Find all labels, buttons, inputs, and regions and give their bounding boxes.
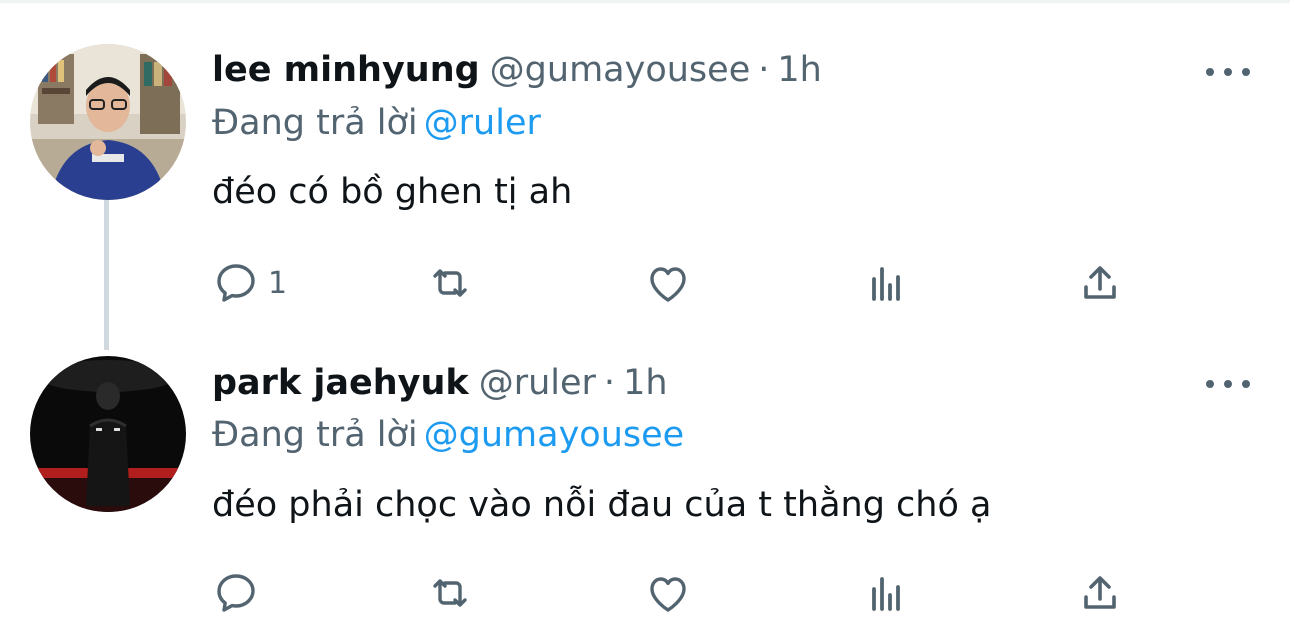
views-button[interactable]: [862, 568, 910, 618]
tweet-actions: [212, 568, 1142, 618]
analytics-bars-icon: [872, 577, 900, 611]
views-button[interactable]: [862, 258, 910, 308]
display-name[interactable]: park jaehyuk: [212, 363, 469, 403]
heart-icon: [650, 577, 686, 612]
tweet-actions: 1: [212, 258, 1142, 308]
tweet-text: đéo phải chọc vào nỗi đau của t thằng ch…: [212, 485, 992, 525]
retweet-icon: [433, 269, 467, 297]
reply-button[interactable]: [212, 568, 268, 618]
avatar-lee-minhyung[interactable]: [30, 44, 186, 200]
more-horizontal-icon: [1242, 380, 1250, 388]
tweet-timestamp[interactable]: 1h: [777, 50, 821, 90]
retweet-button[interactable]: [426, 568, 474, 618]
reply-bubble-icon: [217, 264, 255, 302]
display-name[interactable]: lee minhyung: [212, 50, 480, 90]
share-upload-icon: [1084, 576, 1116, 609]
replying-to-mention[interactable]: @gumayousee: [424, 415, 685, 455]
more-horizontal-icon: [1224, 68, 1232, 76]
heart-icon: [650, 267, 686, 302]
tweet-text: đéo có bồ ghen tị ah: [212, 172, 573, 212]
more-options-button[interactable]: [1206, 62, 1250, 82]
tweet-header: lee minhyung @gumayousee · 1h: [212, 48, 822, 92]
tweet-thread: lee minhyung @gumayousee · 1h Đang trả lời @…: [0, 0, 1290, 641]
replying-to: Đang trả lời @gumayousee: [212, 413, 684, 457]
reply-bubble-icon: [217, 574, 255, 612]
more-horizontal-icon: [1206, 68, 1214, 76]
replying-to-mention[interactable]: @ruler: [424, 103, 541, 143]
retweet-icon: [433, 579, 467, 607]
like-button[interactable]: [644, 568, 692, 618]
user-handle[interactable]: @ruler: [479, 363, 596, 403]
user-handle[interactable]: @gumayousee: [490, 50, 751, 90]
thread-connector-line: [104, 200, 109, 350]
like-button[interactable]: [644, 258, 692, 308]
replying-to-label: Đang trả lời: [212, 103, 418, 143]
share-button[interactable]: [1076, 568, 1124, 618]
analytics-bars-icon: [872, 267, 900, 301]
tweet-header: park jaehyuk @ruler · 1h: [212, 361, 668, 405]
avatar-photo-dark-stage: [30, 356, 186, 512]
reply-button[interactable]: 1: [212, 258, 287, 308]
share-button[interactable]: [1076, 258, 1124, 308]
more-horizontal-icon: [1206, 380, 1214, 388]
tweet-timestamp[interactable]: 1h: [623, 363, 667, 403]
separator-dot: ·: [603, 363, 616, 403]
more-options-button[interactable]: [1206, 374, 1250, 394]
more-horizontal-icon: [1242, 68, 1250, 76]
more-horizontal-icon: [1224, 380, 1232, 388]
avatar-photo-room: [30, 44, 186, 200]
replying-to: Đang trả lời @ruler: [212, 101, 541, 145]
separator-dot: ·: [758, 50, 770, 90]
avatar-park-jaehyuk[interactable]: [30, 356, 186, 512]
top-divider: [0, 0, 1290, 3]
replying-to-label: Đang trả lời: [212, 415, 418, 455]
retweet-button[interactable]: [426, 258, 474, 308]
reply-count: 1: [268, 265, 288, 301]
share-upload-icon: [1084, 266, 1116, 299]
